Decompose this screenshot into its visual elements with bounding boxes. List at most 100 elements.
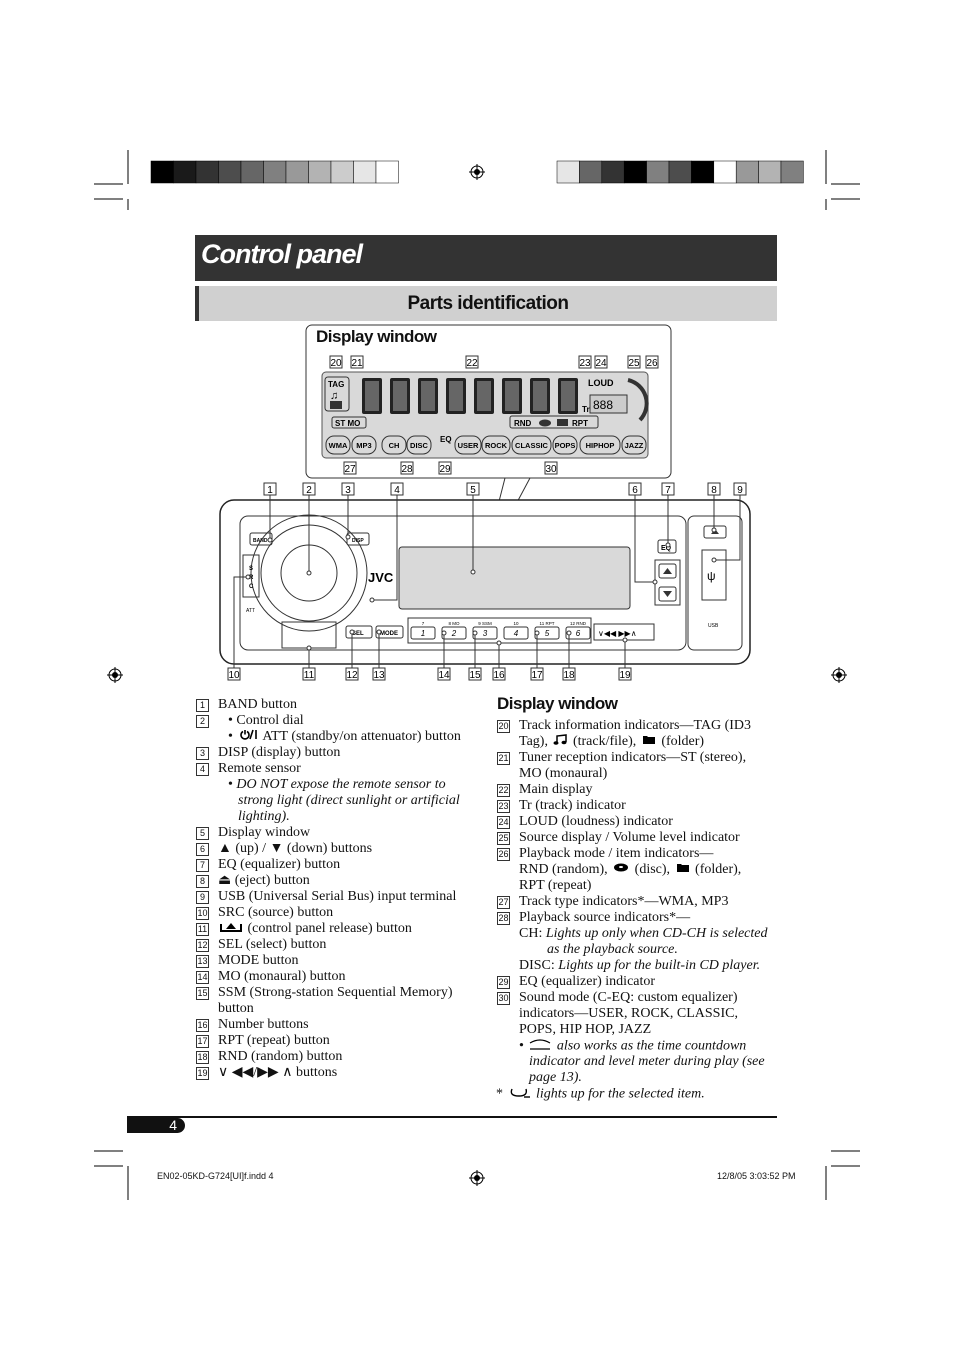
callout-number: 14 [438, 670, 450, 681]
item-text: Remote sensor [218, 761, 301, 776]
item-text: page 13). [529, 1070, 582, 1085]
number-button-label: 2 [451, 629, 457, 638]
item-text: RND (random), [519, 862, 612, 878]
item-text: Lights up for the built-in CD player. [558, 958, 761, 973]
item-text: lights up for the selected item. [532, 1086, 705, 1102]
item-text: Track type indicators*—WMA, MP3 [519, 894, 729, 909]
item-text: as the playback source. [547, 942, 678, 957]
number-button-label: 4 [514, 629, 519, 638]
svg-text:Tr: Tr [582, 405, 590, 414]
callout-number: 3 [345, 485, 351, 496]
item-number-box: 19 [196, 1067, 209, 1080]
disc-icon [613, 862, 629, 878]
svg-text:LOUD: LOUD [588, 378, 614, 388]
svg-text:RND: RND [514, 419, 532, 428]
lcd-indicator-label: HIPHOP [586, 441, 615, 450]
svg-text:USB: USB [708, 623, 719, 629]
callout-number: 4 [394, 485, 400, 496]
item-text: • [519, 1038, 528, 1054]
item-text: (folder) [657, 734, 705, 750]
item-text: lighting). [238, 809, 290, 824]
item-number-box: 23 [497, 800, 510, 813]
item-text: Track information indicators—TAG (ID3 [519, 718, 752, 733]
callout-number: 23 [579, 358, 591, 369]
item-number-box: 6 [196, 843, 209, 856]
number-button-top-label: 12 RND [570, 621, 587, 626]
lcd-indicator-label: DISC [410, 441, 429, 450]
item-number-box: 4 [196, 763, 209, 776]
item-text: SEL (select) button [218, 937, 327, 952]
item-text: indicators—USER, ROCK, CLASSIC, [519, 1006, 738, 1021]
item-text: EQ (equalizer) indicator [519, 974, 656, 989]
item-number-box: 1 [196, 699, 209, 712]
item-text: Tr (track) indicator [519, 798, 626, 813]
item-text: Playback source indicators*— [519, 910, 691, 925]
svg-text:♫: ♫ [330, 390, 338, 402]
item-number-box: 30 [497, 992, 510, 1005]
item-number-box: 12 [196, 939, 209, 952]
item-text: SSM (Strong-station Sequential Memory) [218, 985, 453, 1000]
item-number-box: 8 [196, 875, 209, 888]
power-icon [238, 729, 260, 745]
item-text: • [228, 729, 237, 745]
item-text: (track/file), [569, 734, 640, 750]
svg-text:RPT: RPT [572, 419, 588, 428]
callout-number: 13 [373, 670, 385, 681]
item-number-box: 17 [196, 1035, 209, 1048]
item-text: Tuner reception indicators—ST (stereo), [519, 750, 747, 765]
item-number-box: 14 [196, 971, 209, 984]
callout-number: 16 [493, 670, 505, 681]
highlight-loop-icon [509, 1086, 531, 1103]
item-text: (disc), [631, 862, 674, 878]
callout-number: 10 [228, 670, 240, 681]
callout-number: 25 [628, 358, 640, 369]
subsection-title: Parts identification [407, 293, 569, 314]
item-text: BAND button [218, 697, 297, 712]
item-number-box: 5 [196, 827, 209, 840]
subsection-header: Parts identification [195, 286, 777, 321]
callout-number: 26 [646, 358, 658, 369]
display-window-title: Display window [316, 327, 437, 346]
item-text: DISC: [519, 958, 559, 973]
item-text: Main display [519, 782, 593, 797]
lcd-panel: TAG ♫ Tr LOUD 888 ST MO RND RPT EQ WMA MP… [321, 371, 649, 459]
item-text: LOUD (loudness) indicator [519, 814, 673, 829]
svg-text:DISP: DISP [352, 538, 364, 544]
item-number-box: 24 [497, 816, 510, 829]
callout-number: 9 [737, 485, 743, 496]
panel-release-icon [220, 921, 242, 937]
svg-text:EQ: EQ [440, 435, 452, 444]
lcd-indicator-label: JAZZ [625, 441, 644, 450]
item-text: ▲ (up) / ▼ (down) buttons [218, 841, 373, 856]
item-text: (folder), [691, 862, 742, 878]
item-text: Tag), [519, 734, 552, 750]
callout-number: 19 [619, 670, 631, 681]
item-number-box: 26 [497, 848, 510, 861]
number-button-label: 3 [483, 629, 488, 638]
number-button-top-label: 10 [513, 621, 519, 626]
item-number-box: 16 [196, 1019, 209, 1032]
item-text: RND (random) button [218, 1049, 343, 1064]
item-text: ∨ ◀◀/▶▶ ∧ buttons [218, 1065, 338, 1080]
callout-number: 24 [595, 358, 607, 369]
item-text: strong light (direct sunlight or artific… [238, 793, 460, 808]
item-number-box: 2 [196, 715, 209, 728]
item-number-box: 28 [497, 912, 510, 925]
item-text: ⏏ (eject) button [218, 873, 310, 888]
callout-number: 29 [439, 464, 451, 475]
item-number-box: 22 [497, 784, 510, 797]
svg-text:MODE: MODE [380, 631, 398, 637]
music-note-icon [553, 734, 568, 750]
page-number: 4 [169, 1117, 177, 1133]
item-text: Source display / Volume level indicator [519, 830, 740, 845]
footer-rule [127, 1116, 777, 1118]
callout-number: 17 [531, 670, 543, 681]
section-header: Control panel [195, 235, 777, 281]
item-text: RPT (repeat) [519, 878, 592, 893]
item-text: Sound mode (C-EQ: custom equalizer) [519, 990, 738, 1005]
item-text: button [218, 1001, 254, 1016]
lcd-indicator-label: ROCK [485, 441, 508, 450]
svg-text:JVC: JVC [368, 570, 394, 585]
number-button-label: 6 [576, 629, 581, 638]
svg-text:BAND: BAND [253, 538, 268, 544]
